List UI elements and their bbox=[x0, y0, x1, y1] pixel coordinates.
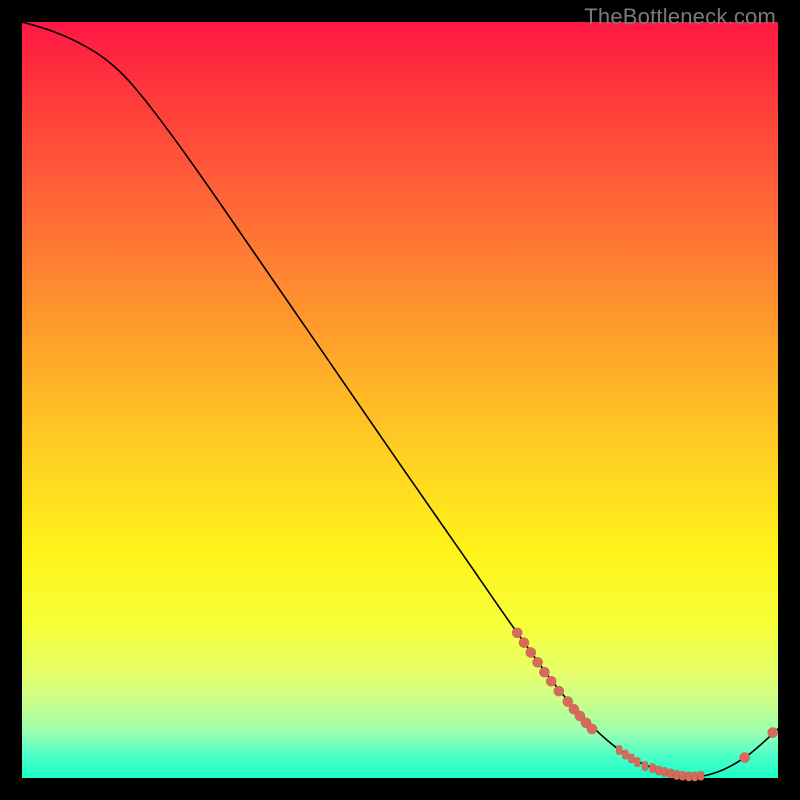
data-tick bbox=[668, 769, 674, 779]
chart-stage: TheBottleneck.com bbox=[0, 0, 800, 800]
data-tick bbox=[674, 770, 680, 780]
data-tick bbox=[628, 754, 634, 764]
data-tick bbox=[692, 772, 698, 782]
data-point bbox=[512, 628, 522, 638]
data-tick bbox=[649, 763, 655, 773]
data-tick bbox=[662, 767, 668, 777]
data-point bbox=[554, 686, 564, 696]
data-point bbox=[526, 647, 536, 657]
data-tick bbox=[634, 757, 640, 767]
data-point bbox=[519, 638, 529, 648]
data-point bbox=[546, 676, 556, 686]
data-tick bbox=[680, 771, 686, 781]
data-tick bbox=[698, 771, 704, 781]
data-point bbox=[587, 724, 597, 734]
data-point bbox=[768, 727, 778, 737]
data-tick bbox=[622, 750, 628, 760]
data-tick bbox=[656, 766, 662, 776]
data-point bbox=[539, 667, 549, 677]
data-tick bbox=[642, 761, 648, 771]
data-tick bbox=[686, 772, 692, 782]
bottleneck-curve bbox=[22, 22, 778, 777]
data-tick bbox=[616, 745, 622, 755]
curve-data-points bbox=[512, 628, 778, 782]
data-point bbox=[532, 657, 542, 667]
chart-overlay bbox=[22, 22, 778, 778]
data-point bbox=[740, 752, 750, 762]
